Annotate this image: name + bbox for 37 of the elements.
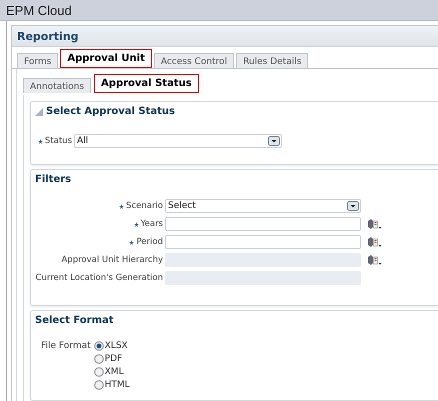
member-selector-icon[interactable]: [367, 218, 382, 230]
field-label: Current Location's Generation: [36, 273, 163, 283]
tab[interactable]: Access Control: [154, 53, 234, 68]
select-field[interactable]: All: [74, 134, 282, 148]
radio-label: HTML: [104, 380, 130, 390]
field-label: Scenario: [126, 201, 163, 211]
field-label: Approval Unit Hierarchy: [61, 255, 163, 265]
radio-label: XLSX: [104, 341, 128, 351]
select-field[interactable]: Select: [165, 199, 361, 213]
radio-label: XML: [104, 367, 124, 377]
text-field[interactable]: [165, 217, 361, 231]
select-value: Select: [168, 201, 196, 211]
field-label: Years: [140, 219, 163, 229]
radio-button[interactable]: [94, 354, 104, 364]
tab[interactable]: Approval Status: [94, 74, 199, 93]
section-title: Filters: [35, 174, 72, 185]
section-title: Select Approval Status: [46, 106, 175, 117]
panel-title: Reporting: [12, 26, 438, 47]
tab[interactable]: Rules Details: [236, 53, 308, 68]
tab[interactable]: Annotations: [23, 78, 92, 93]
radio-label: PDF: [104, 354, 122, 364]
field-label: Status: [44, 136, 72, 146]
text-field[interactable]: [165, 235, 361, 249]
member-selector-icon[interactable]: [367, 236, 382, 248]
radio-button[interactable]: [94, 341, 104, 351]
section-title: Select Format: [35, 315, 114, 326]
dropdown-icon[interactable]: [347, 201, 359, 211]
collapse-icon[interactable]: [35, 108, 43, 116]
radio-button[interactable]: [94, 380, 104, 390]
select-value: All: [77, 136, 88, 146]
tab[interactable]: Approval Unit: [60, 49, 152, 68]
field-label: Period: [136, 237, 163, 247]
field-label: File Format: [41, 340, 91, 353]
tab[interactable]: Forms: [17, 53, 58, 68]
radio-button[interactable]: [94, 367, 104, 377]
window-title: EPM Cloud: [0, 0, 438, 21]
dropdown-icon[interactable]: [268, 136, 280, 146]
